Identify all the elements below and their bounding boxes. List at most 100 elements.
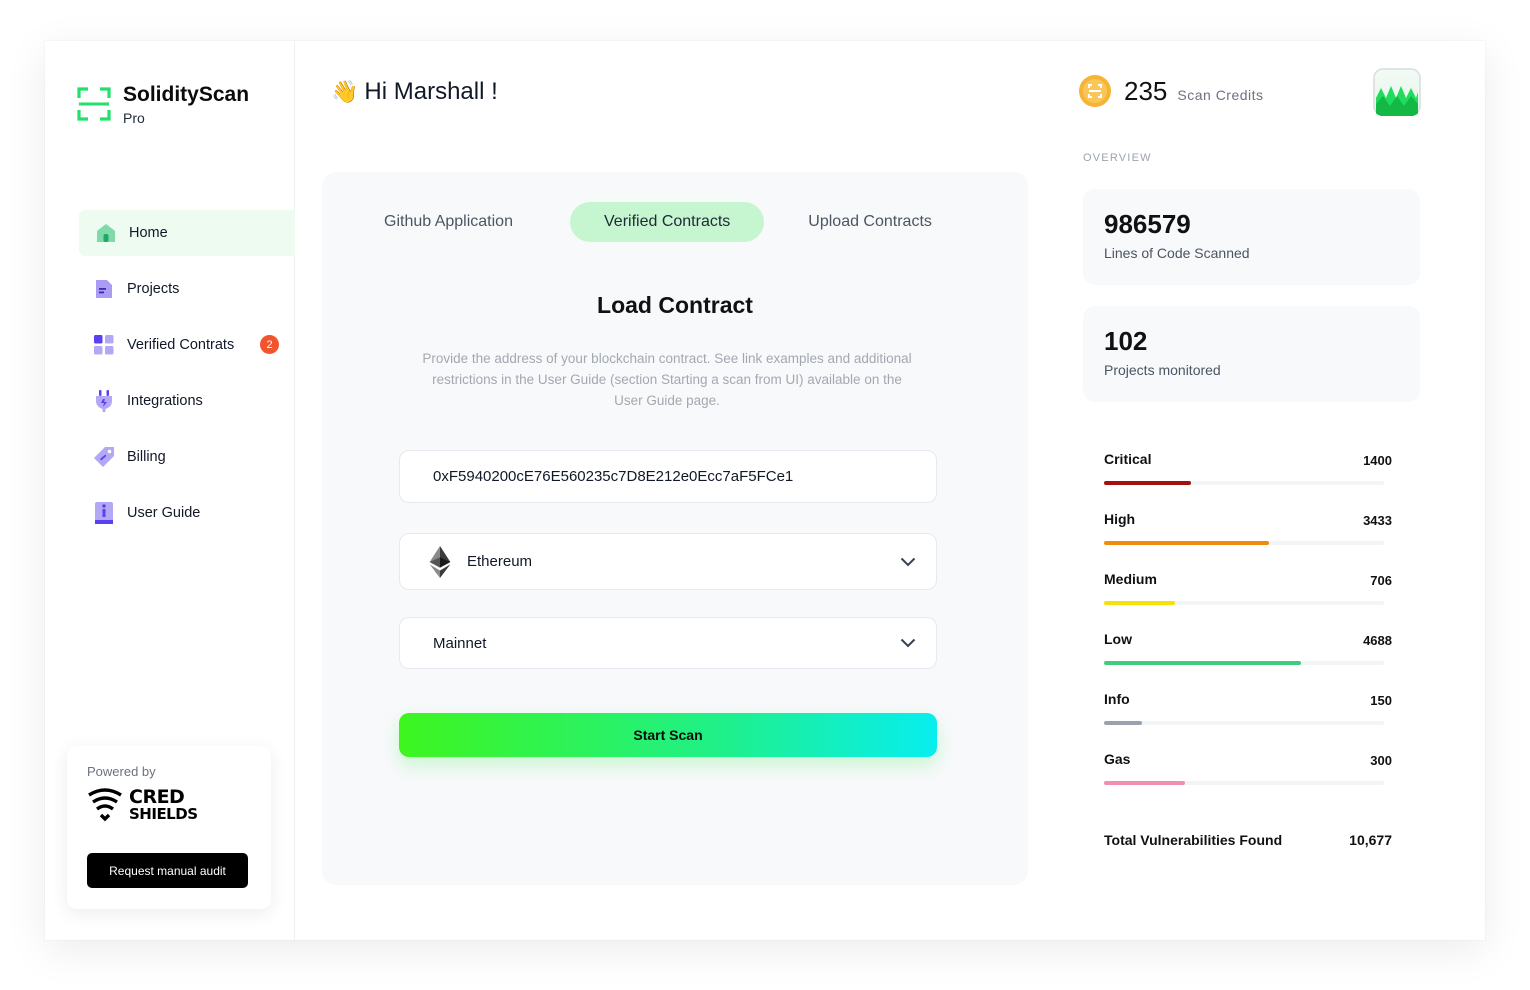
chevron-down-icon xyxy=(900,557,916,566)
sidebar-item-user-guide[interactable]: User Guide xyxy=(79,490,295,536)
chevron-down-icon xyxy=(900,638,916,648)
plug-icon xyxy=(93,390,115,412)
severity-row-low: Low 4688 xyxy=(1104,631,1392,691)
greeting: 👋 Hi Marshall ! xyxy=(331,78,498,106)
severity-bar xyxy=(1104,781,1186,785)
grid-icon xyxy=(93,334,115,356)
sidebar: SolidityScan Pro Home Projects Verified … xyxy=(45,41,295,940)
severity-track xyxy=(1104,481,1384,485)
credshields-logo[interactable]: CRED SHIELDS xyxy=(87,787,251,823)
severity-bar xyxy=(1104,661,1302,665)
wifi-shield-icon xyxy=(88,788,122,822)
severity-count: 4688 xyxy=(1363,633,1392,648)
severity-count: 150 xyxy=(1370,693,1392,708)
severity-name: Medium xyxy=(1104,571,1157,587)
severity-count: 1400 xyxy=(1363,453,1392,468)
severity-row-info: Info 150 xyxy=(1104,691,1392,751)
sidebar-item-home[interactable]: Home xyxy=(79,210,295,256)
coin-icon xyxy=(1079,75,1111,107)
scan-credits: 235 Scan Credits xyxy=(1078,74,1264,108)
tab-github-application[interactable]: Github Application xyxy=(362,202,570,242)
sidebar-item-projects[interactable]: Projects xyxy=(79,266,295,312)
powered-by-card: Powered by CRED SHIELDS Request manual a… xyxy=(67,746,271,909)
credits-count: 235 xyxy=(1124,75,1168,106)
sidebar-item-label: Home xyxy=(129,225,168,241)
main-content: 👋 Hi Marshall ! Github Application Verif… xyxy=(295,41,1485,940)
severity-bar xyxy=(1104,601,1176,605)
sidebar-item-billing[interactable]: Billing xyxy=(79,434,295,480)
contract-address-input[interactable]: 0xF5940200cE76E560235c7D8E212e0Ecc7aF5FC… xyxy=(399,450,937,503)
projects-monitored-card: 102 Projects monitored xyxy=(1083,306,1420,402)
severity-bar xyxy=(1104,481,1191,485)
sidebar-item-label: Billing xyxy=(127,449,166,465)
avatar-image xyxy=(1373,68,1421,116)
severity-bar xyxy=(1104,721,1142,725)
brand-name: SolidityScan xyxy=(123,83,250,106)
tab-upload-contracts[interactable]: Upload Contracts xyxy=(764,202,954,242)
request-manual-audit-button[interactable]: Request manual audit xyxy=(87,853,248,888)
sidebar-item-label: Projects xyxy=(127,281,180,297)
start-scan-button[interactable]: Start Scan xyxy=(399,713,937,757)
severity-row-high: High 3433 xyxy=(1104,511,1392,571)
severity-name: Info xyxy=(1104,691,1130,707)
document-icon xyxy=(93,278,115,300)
app-window: SolidityScan Pro Home Projects Verified … xyxy=(45,41,1485,940)
lines-scanned-card: 986579 Lines of Code Scanned xyxy=(1083,189,1420,285)
blockchain-value: Ethereum xyxy=(467,553,533,570)
lines-scanned-value: 986579 xyxy=(1104,209,1191,239)
tab-verified-contracts[interactable]: Verified Contracts xyxy=(570,202,765,242)
overview-label: OVERVIEW xyxy=(1083,152,1152,164)
sidebar-item-label: Verified Contrats xyxy=(127,337,235,353)
sidebar-item-label: User Guide xyxy=(127,505,201,521)
info-book-icon xyxy=(93,502,115,524)
total-label: Total Vulnerabilities Found xyxy=(1104,832,1283,848)
ethereum-icon xyxy=(429,545,451,578)
credits-label: Scan Credits xyxy=(1177,87,1264,103)
contract-address-value: 0xF5940200cE76E560235c7D8E212e0Ecc7aF5FC… xyxy=(433,468,794,485)
severity-name: High xyxy=(1104,511,1136,527)
powered-by-label: Powered by xyxy=(87,764,156,779)
brand[interactable]: SolidityScan Pro xyxy=(77,83,249,127)
source-tabs: Github Application Verified Contracts Up… xyxy=(362,202,954,242)
severity-track xyxy=(1104,541,1384,545)
blockchain-select[interactable]: Ethereum xyxy=(399,533,937,590)
severity-breakdown: Critical 1400 High 3433 Medium 706 Low 4… xyxy=(1104,451,1392,811)
notification-badge: 2 xyxy=(260,335,279,354)
severity-track xyxy=(1104,661,1384,665)
sidebar-nav: Home Projects Verified Contrats 2 Integr… xyxy=(79,210,295,546)
scan-logo-icon xyxy=(77,87,111,121)
severity-bar xyxy=(1104,541,1270,545)
sidebar-item-label: Integrations xyxy=(127,393,203,409)
severity-name: Critical xyxy=(1104,451,1152,467)
sidebar-item-integrations[interactable]: Integrations xyxy=(79,378,295,424)
severity-row-gas: Gas 300 xyxy=(1104,751,1392,811)
severity-count: 3433 xyxy=(1363,513,1392,528)
brand-tier: Pro xyxy=(123,110,145,126)
severity-row-medium: Medium 706 xyxy=(1104,571,1392,631)
severity-name: Gas xyxy=(1104,751,1131,767)
partner-name-line2: SHIELDS xyxy=(129,804,198,823)
total-value: 10,677 xyxy=(1349,832,1392,848)
panel-description: Provide the address of your blockchain c… xyxy=(422,351,912,408)
severity-track xyxy=(1104,721,1384,725)
severity-name: Low xyxy=(1104,631,1132,647)
load-contract-panel: Github Application Verified Contracts Up… xyxy=(322,172,1028,885)
projects-monitored-value: 102 xyxy=(1104,326,1148,356)
network-value: Mainnet xyxy=(433,634,487,652)
lines-scanned-label: Lines of Code Scanned xyxy=(1104,245,1250,261)
total-vulnerabilities: Total Vulnerabilities Found 10,677 xyxy=(1104,832,1392,848)
severity-count: 300 xyxy=(1370,753,1392,768)
severity-row-critical: Critical 1400 xyxy=(1104,451,1392,511)
projects-monitored-label: Projects monitored xyxy=(1104,362,1221,378)
network-select[interactable]: Mainnet xyxy=(399,617,937,669)
greeting-text: Hi Marshall ! xyxy=(364,78,498,105)
user-avatar[interactable] xyxy=(1373,68,1421,116)
severity-count: 706 xyxy=(1370,573,1392,588)
home-icon xyxy=(95,222,117,244)
severity-track xyxy=(1104,781,1384,785)
panel-title: Load Contract xyxy=(597,292,753,318)
waving-hand-icon: 👋 xyxy=(331,79,359,104)
severity-track xyxy=(1104,601,1384,605)
tag-icon xyxy=(93,446,115,468)
sidebar-item-verified-contrats[interactable]: Verified Contrats 2 xyxy=(79,322,295,368)
